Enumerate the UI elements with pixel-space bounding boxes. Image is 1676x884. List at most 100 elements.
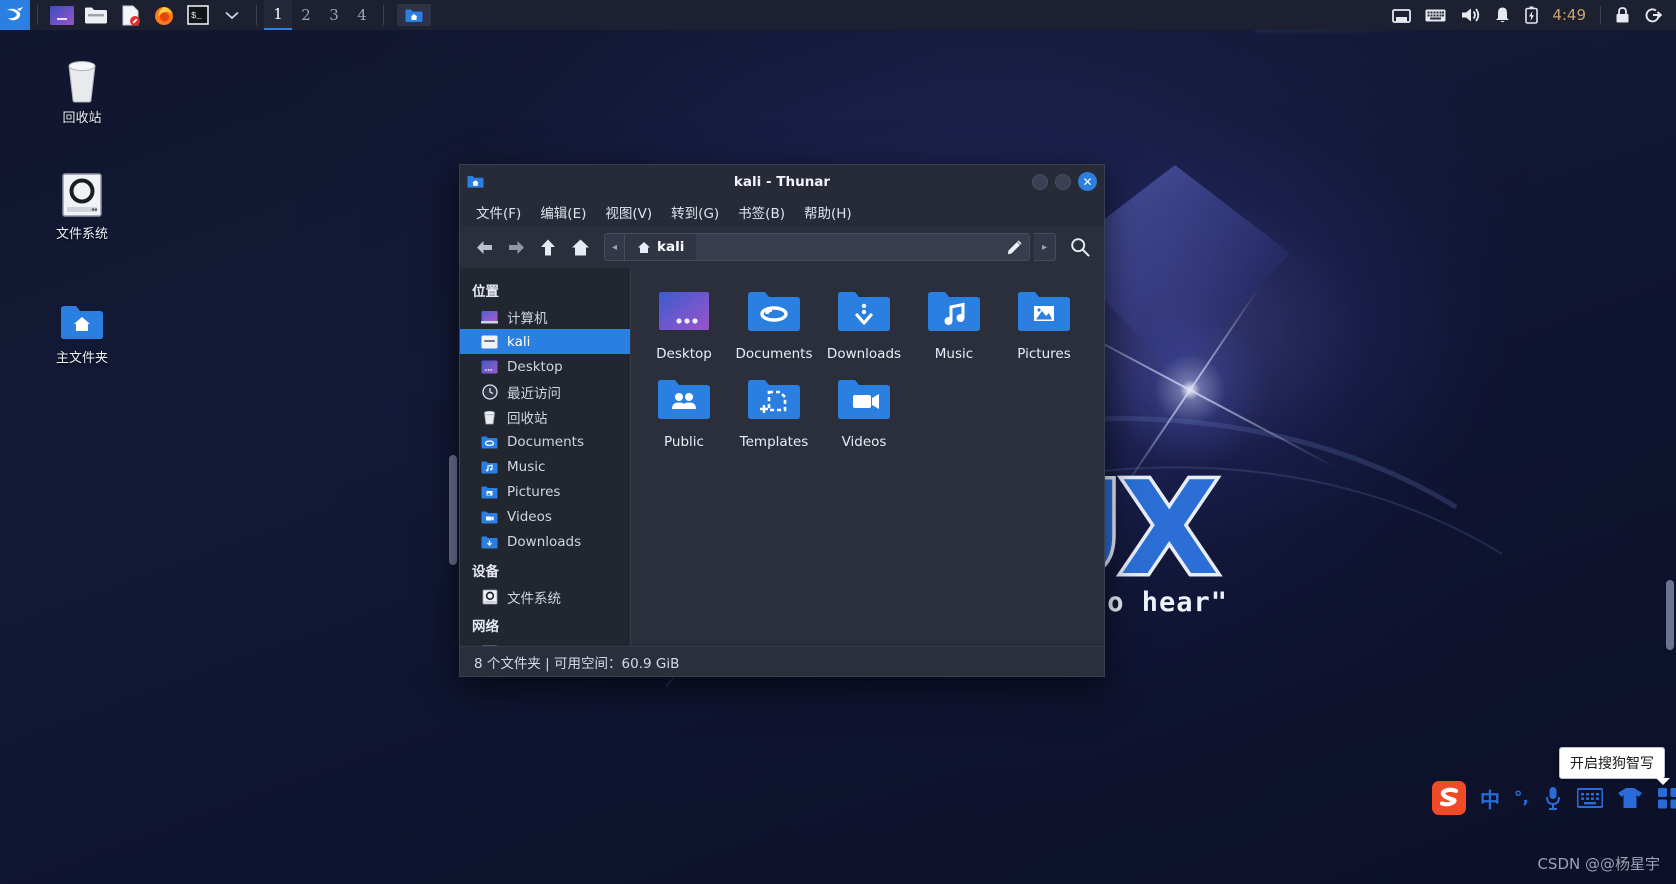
firefox-icon	[155, 7, 173, 25]
terminal-prompt-icon: $_	[187, 5, 209, 25]
up-icon	[541, 239, 555, 255]
sidebar-item-browse-network[interactable]: 浏览网络	[460, 639, 630, 647]
sidebar-item-downloads[interactable]: Downloads	[460, 529, 630, 554]
taskbar-window-thunar[interactable]	[397, 4, 431, 26]
thunar-home-icon	[405, 9, 423, 22]
sidebar-item-kali[interactable]: kali	[460, 329, 630, 354]
text-editor-launcher[interactable]	[116, 4, 144, 26]
path-bar[interactable]: ◂ kali	[604, 233, 1030, 261]
sidebar-item-label: Videos	[507, 508, 552, 525]
workspace-button-3[interactable]: 3	[320, 0, 348, 30]
sidebar-item-label: Music	[507, 458, 546, 475]
breadcrumb-kali[interactable]: kali	[625, 234, 697, 260]
voice-input-button[interactable]	[1543, 785, 1563, 811]
thunar-titlebar[interactable]: kali - Thunar ✕	[460, 165, 1104, 198]
search-button[interactable]	[1066, 233, 1094, 261]
forward-button[interactable]	[502, 233, 530, 261]
workspace-button-1[interactable]: 1	[264, 0, 292, 30]
sidebar-item-trash[interactable]: 回收站	[460, 404, 630, 429]
sidebar-item-pictures[interactable]: Pictures	[460, 479, 630, 504]
desktop-scrollbar-left[interactable]	[449, 455, 457, 565]
terminal-launcher[interactable]: $_	[184, 4, 212, 26]
file-item-public[interactable]: Public	[639, 374, 729, 450]
desktop-icon-filesystem[interactable]: 文件系统	[34, 168, 130, 243]
launcher-dropdown-button[interactable]	[218, 4, 246, 26]
workspace-button-4[interactable]: 4	[348, 0, 376, 30]
language-mode-button[interactable]: 中	[1480, 784, 1500, 813]
clock[interactable]: 4:49	[1552, 6, 1586, 24]
up-button[interactable]	[534, 233, 562, 261]
chevron-down-icon	[225, 11, 239, 19]
close-button[interactable]: ✕	[1078, 172, 1097, 191]
kali-menu-button[interactable]	[0, 0, 30, 30]
home-button[interactable]	[566, 233, 594, 261]
menu-item-help[interactable]: 帮助(H)	[796, 199, 860, 225]
skin-button[interactable]	[1617, 787, 1643, 809]
file-item-templates[interactable]: Templates	[729, 374, 819, 450]
firefox-launcher[interactable]	[150, 4, 178, 26]
punctuation-mode-button[interactable]: °,	[1514, 788, 1529, 808]
csdn-watermark: CSDN @@杨星宇	[1537, 855, 1660, 873]
network-wired-icon[interactable]	[1392, 7, 1412, 24]
file-item-label: Downloads	[826, 346, 902, 362]
terminal-emulator-launcher[interactable]	[48, 4, 76, 26]
sidebar-item-music[interactable]: Music	[460, 454, 630, 479]
sidebar-item-filesystem[interactable]: 文件系统	[460, 584, 630, 609]
keyboard-icon[interactable]	[1425, 8, 1446, 23]
sidebar-item-label: 回收站	[507, 410, 548, 427]
file-item-downloads[interactable]: Downloads	[819, 286, 909, 362]
sidebar-item-documents[interactable]: Documents	[460, 429, 630, 454]
file-item-music[interactable]: Music	[909, 286, 999, 362]
pathbar-next-button[interactable]: ▸	[1034, 233, 1056, 261]
file-item-desktop[interactable]: Desktop	[639, 286, 729, 362]
maximize-button[interactable]	[1055, 173, 1071, 190]
file-item-label: Documents	[735, 346, 813, 362]
sidebar-item-desktop[interactable]: Desktop	[460, 354, 630, 379]
file-manager-launcher[interactable]	[82, 4, 110, 26]
public-folder-icon	[639, 374, 729, 426]
bell-icon[interactable]	[1494, 6, 1511, 24]
sidebar-item-videos[interactable]: Videos	[460, 504, 630, 529]
thunar-statusbar: 8 个文件夹 | 可用空间：60.9 GiB	[460, 646, 1104, 676]
minimize-button[interactable]	[1032, 173, 1048, 190]
lock-icon[interactable]	[1615, 6, 1630, 24]
pathbar-prev-button[interactable]: ◂	[605, 234, 625, 260]
menu-item-edit[interactable]: 编辑(E)	[532, 199, 594, 225]
back-button[interactable]	[470, 233, 498, 261]
recent-clock-icon	[480, 383, 499, 400]
location-entry[interactable]	[696, 234, 999, 260]
file-item-pictures[interactable]: Pictures	[999, 286, 1089, 362]
sogou-logo-icon[interactable]	[1432, 781, 1466, 815]
logout-icon[interactable]	[1644, 6, 1662, 24]
terminal-purple-icon	[50, 5, 74, 25]
sogou-ime-toolbar[interactable]: 中 °,	[1432, 779, 1676, 817]
sidebar-item-label: 文件系统	[507, 590, 561, 607]
file-item-documents[interactable]: Documents	[729, 286, 819, 362]
battery-charging-icon[interactable]	[1525, 6, 1539, 24]
menu-item-bookmarks[interactable]: 书签(B)	[730, 199, 793, 225]
home-icon	[571, 239, 589, 255]
workspace-button-2[interactable]: 2	[292, 0, 320, 30]
sidebar-item-label: Documents	[507, 433, 584, 450]
file-list-view[interactable]: Desktop Documents Downloads Music Pictur…	[630, 268, 1104, 646]
menu-item-file[interactable]: 文件(F)	[468, 199, 529, 225]
sidebar-item-computer[interactable]: 计算机	[460, 304, 630, 329]
forward-icon	[508, 240, 524, 254]
toolbox-button[interactable]	[1657, 787, 1676, 809]
desktop-icon-home[interactable]: 主文件夹	[34, 292, 130, 367]
edit-path-button[interactable]	[999, 234, 1029, 260]
thunar-sidebar[interactable]: 位置 计算机 kali Desktop 最近访问 回收站 Documents M…	[460, 268, 630, 646]
thunar-window[interactable]: kali - Thunar ✕ 文件(F) 编辑(E) 视图(V) 转到(G) …	[459, 164, 1105, 677]
soft-keyboard-button[interactable]	[1576, 788, 1603, 808]
svg-text:$_: $_	[191, 11, 202, 21]
menu-item-go[interactable]: 转到(G)	[663, 199, 727, 225]
volume-icon[interactable]	[1460, 6, 1480, 24]
sidebar-header-devices: 设备	[472, 564, 499, 580]
file-item-videos[interactable]: Videos	[819, 374, 909, 450]
menu-item-view[interactable]: 视图(V)	[597, 199, 660, 225]
sidebar-item-recent[interactable]: 最近访问	[460, 379, 630, 404]
sidebar-item-label: kali	[507, 333, 531, 350]
desktop-icon-trash[interactable]: 回收站	[34, 52, 130, 127]
desktop-scrollbar-right[interactable]	[1666, 580, 1674, 650]
ime-tooltip: 开启搜狗智写	[1559, 747, 1670, 785]
